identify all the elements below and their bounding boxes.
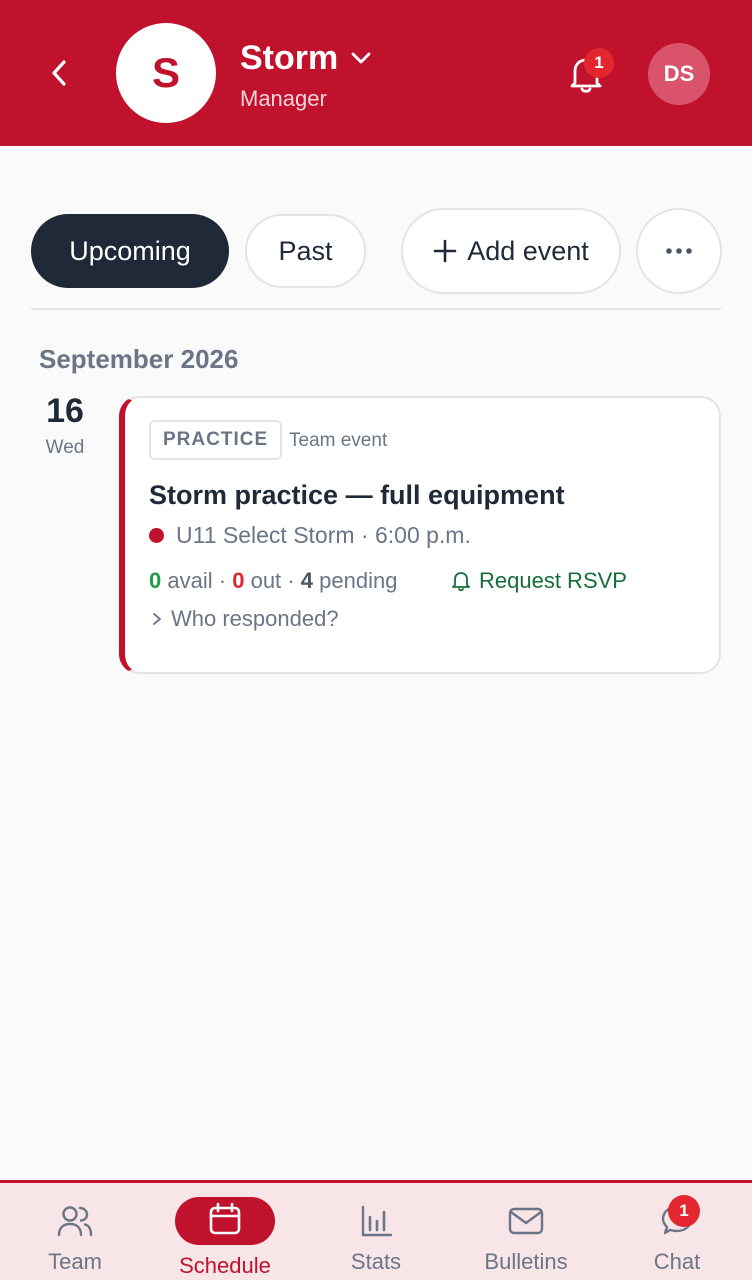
mail-icon <box>508 1207 544 1235</box>
nav-bulletins-label: Bulletins <box>484 1249 568 1274</box>
pending-count: 4 <box>300 568 313 593</box>
who-responded-toggle[interactable]: Who responded? <box>151 606 339 632</box>
more-options-button[interactable] <box>636 208 722 294</box>
request-rsvp-label: Request RSVP <box>479 568 627 593</box>
plus-icon <box>433 239 457 263</box>
team-role: Manager <box>240 86 327 111</box>
team-logo[interactable]: S <box>116 23 216 123</box>
chevron-down-icon <box>351 52 371 64</box>
avail-label: avail <box>167 568 213 593</box>
who-responded-label: Who responded? <box>171 606 339 631</box>
team-switcher[interactable]: Storm <box>240 36 372 80</box>
nav-stats-label: Stats <box>350 1249 402 1274</box>
month-heading: September 2026 <box>39 344 239 374</box>
users-icon <box>57 1206 93 1237</box>
nav-schedule[interactable]: Schedule <box>175 1183 275 1280</box>
nav-team-label: Team <box>48 1249 102 1274</box>
bell-icon <box>452 572 470 592</box>
tab-upcoming[interactable]: Upcoming <box>31 214 229 288</box>
add-event-label: Add event <box>467 235 589 266</box>
out-label: out <box>250 568 282 593</box>
avail-count: 0 <box>149 568 162 593</box>
more-horizontal-icon <box>666 248 692 254</box>
chevron-right-icon <box>153 613 161 625</box>
back-button[interactable] <box>40 53 78 93</box>
bottom-nav: Team Schedule Stats Bulletins Chat <box>0 1180 752 1280</box>
event-team-time: U11 Select Storm · 6:00 p.m. <box>176 522 471 548</box>
tab-past[interactable]: Past <box>245 214 366 288</box>
pending-label: pending <box>319 568 398 593</box>
nav-bulletins[interactable]: Bulletins <box>476 1183 576 1280</box>
nav-team[interactable]: Team <box>25 1183 125 1280</box>
user-avatar[interactable]: DS <box>648 43 710 105</box>
event-card[interactable]: PRACTICE Team event Storm practice — ful… <box>119 396 721 674</box>
event-day-number: 16 <box>46 392 84 430</box>
nav-chat-label: Chat <box>653 1249 701 1274</box>
chevron-left-icon <box>52 60 66 86</box>
separator: · <box>218 568 227 593</box>
event-tag: PRACTICE <box>149 420 283 460</box>
team-name: Storm <box>240 38 339 77</box>
divider <box>31 308 721 310</box>
nav-schedule-label: Schedule <box>179 1253 271 1278</box>
add-event-button[interactable]: Add event <box>401 208 621 294</box>
request-rsvp-button[interactable]: Request RSVP <box>451 568 627 594</box>
separator: · <box>287 568 295 593</box>
chat-badge: 1 <box>668 1195 700 1227</box>
event-title: Storm practice — full equipment <box>149 480 565 510</box>
team-initial: S <box>151 49 180 96</box>
notification-badge: 1 <box>584 48 614 78</box>
event-meta: U11 Select Storm · 6:00 p.m. <box>149 522 471 549</box>
team-color-dot <box>149 528 164 543</box>
bar-chart-icon <box>361 1205 393 1237</box>
out-count: 0 <box>232 568 245 593</box>
app-header: S Storm Manager 1 DS <box>0 0 752 146</box>
calendar-icon <box>209 1202 241 1235</box>
rsvp-summary: 0 avail · 0 out · 4 pending <box>149 568 397 594</box>
nav-stats[interactable]: Stats <box>326 1183 426 1280</box>
event-type: Team event <box>289 430 388 451</box>
event-day-name: Wed <box>45 437 85 458</box>
